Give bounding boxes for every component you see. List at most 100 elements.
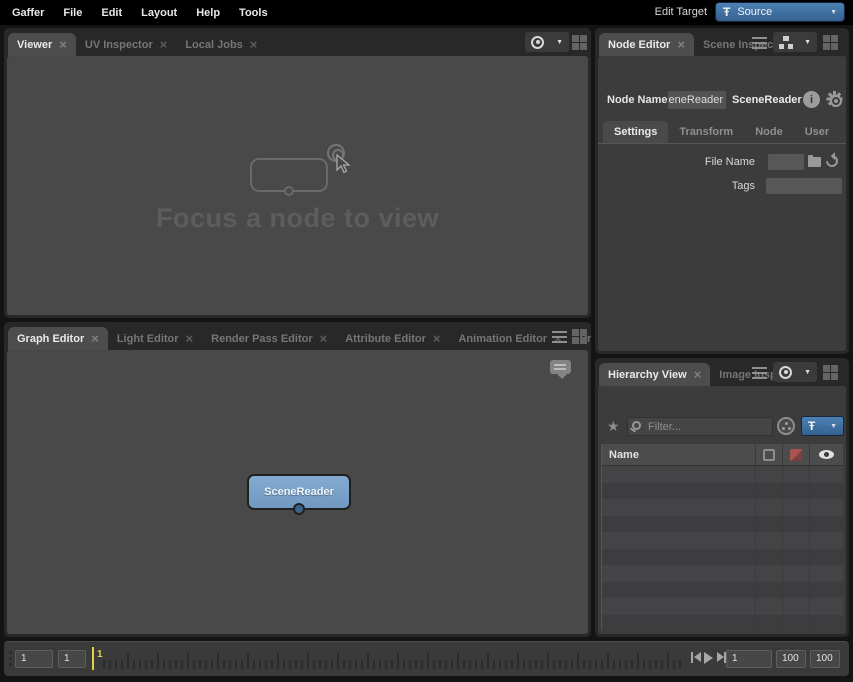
subtab-transform[interactable]: Transform (668, 121, 744, 143)
viewer-tab-viewer[interactable]: Viewer× (8, 33, 76, 56)
name-column-header[interactable]: Name (602, 444, 755, 465)
gear-icon[interactable] (826, 91, 842, 107)
ruler-tick (481, 660, 483, 669)
node-type-label: SceneReader (732, 94, 802, 106)
viewer-tab-uv-inspector[interactable]: UV Inspector × (76, 33, 176, 56)
node-editor-mode-dropdown-button[interactable]: ▼ (773, 32, 817, 52)
ruler-tick (205, 660, 207, 669)
file-name-input[interactable] (768, 154, 804, 170)
ruler-tick (283, 660, 285, 669)
frame-field[interactable]: 100 (776, 650, 806, 668)
ruler-tick (229, 660, 231, 669)
close-icon[interactable]: × (694, 368, 702, 381)
close-icon[interactable]: × (320, 332, 328, 345)
menu-items: Gaffer File Edit Layout Help Tools (0, 7, 268, 19)
layout-grid-icon[interactable] (572, 35, 587, 50)
ruler-tick (559, 660, 561, 669)
tab-label: UV Inspector (85, 39, 153, 51)
layout-grid-icon[interactable] (823, 365, 838, 380)
tags-row: Tags (598, 177, 846, 195)
row-exclusions-cell (782, 615, 809, 632)
frame-field[interactable]: 100 (810, 650, 840, 668)
row-exclusions-cell (782, 598, 809, 615)
close-icon[interactable]: × (91, 332, 99, 345)
layout-grid-icon[interactable] (572, 329, 587, 344)
frame-ruler[interactable] (103, 642, 689, 670)
ruler-tick (181, 660, 183, 669)
close-icon[interactable]: × (250, 38, 258, 51)
hierarchy-tab-hierarchy-view[interactable]: Hierarchy View × (599, 363, 710, 386)
annotation-bubble-icon[interactable] (550, 360, 571, 374)
filter-input[interactable] (648, 418, 768, 435)
folder-icon[interactable] (808, 157, 821, 167)
tags-input[interactable] (766, 178, 842, 194)
hierarchy-focus-dropdown-button[interactable]: ▼ (773, 362, 817, 382)
node-output-plug[interactable] (293, 503, 305, 515)
frame-field[interactable]: 1 (58, 650, 86, 668)
menu-help[interactable]: Help (196, 7, 220, 19)
node-editor-panel: Node Editor×Scene Inspecto ▼ Node Name S… (595, 28, 849, 354)
layout-grid-icon[interactable] (823, 35, 838, 50)
graph-editor-tab-attribute-editor[interactable]: Attribute Editor× (336, 327, 449, 350)
close-icon[interactable]: × (677, 38, 685, 51)
close-icon[interactable]: × (186, 332, 194, 345)
subtab-settings[interactable]: Settings (603, 121, 668, 143)
ruler-tick (127, 653, 129, 669)
panel-menu-icon[interactable] (552, 331, 567, 343)
table-row (602, 499, 843, 516)
star-icon[interactable]: ★ (607, 419, 620, 433)
hierarchy-table[interactable]: Name (601, 444, 843, 631)
visibility-column-header[interactable] (809, 444, 843, 465)
viewer-camera-dropdown-button[interactable]: ▼ (525, 32, 569, 52)
row-visibility-cell (809, 466, 843, 483)
ruler-tick (301, 660, 303, 669)
menu-tools[interactable]: Tools (239, 7, 268, 19)
set-membership-icon[interactable] (777, 417, 795, 435)
panel-menu-icon[interactable] (752, 367, 767, 379)
row-inclusions-cell (755, 483, 782, 500)
focus-icon (531, 36, 544, 49)
graph-editor-tab-light-editor[interactable]: Light Editor× (108, 327, 202, 350)
playhead[interactable] (92, 647, 94, 670)
info-icon[interactable]: i (803, 91, 820, 108)
drag-handle-icon[interactable] (9, 651, 13, 669)
skip-to-start-icon[interactable] (691, 652, 701, 663)
inclusions-column-header[interactable] (755, 444, 782, 465)
ruler-tick (577, 653, 579, 669)
frame-field[interactable]: 1 (15, 650, 53, 668)
ruler-tick (655, 660, 657, 669)
tab-label: Render Pass Editor (211, 333, 312, 345)
close-icon[interactable]: × (160, 38, 168, 51)
playback-controls (691, 652, 725, 664)
viewer-tab-local-jobs[interactable]: Local Jobs× (176, 33, 266, 56)
hierarchy-view-panel: Hierarchy View×Image Inspe ▼ ★ Ŧ ▼ (595, 358, 849, 637)
row-inclusions-cell (755, 532, 782, 549)
close-icon[interactable]: × (59, 38, 67, 51)
node-name-input[interactable]: SceneReader (668, 91, 726, 109)
exclusions-column-header[interactable] (782, 444, 809, 465)
ruler-tick (409, 660, 411, 669)
graph-editor-tab-render-pass-editor[interactable]: Render Pass Editor × (202, 327, 336, 350)
menu-file[interactable]: File (63, 7, 82, 19)
node-editor-tab-node-editor[interactable]: Node Editor× (599, 33, 694, 56)
refresh-icon[interactable] (824, 153, 841, 170)
ruler-tick (523, 660, 525, 669)
graph-editor-tab-graph-editor[interactable]: Graph Editor× (8, 327, 108, 350)
play-icon[interactable] (704, 652, 713, 664)
edit-scope-dropdown-button[interactable]: Ŧ ▼ (801, 416, 844, 436)
frame-field[interactable]: 1 (726, 650, 772, 668)
close-icon[interactable]: × (433, 332, 441, 345)
menu-gaffer[interactable]: Gaffer (12, 7, 44, 19)
panel-menu-icon[interactable] (752, 37, 767, 49)
row-inclusions-cell (755, 516, 782, 533)
row-inclusions-cell (755, 549, 782, 566)
chevron-down-icon: ▼ (804, 369, 811, 376)
edit-target-dropdown[interactable]: Ŧ Source ▼ (715, 2, 845, 22)
row-exclusions-cell (782, 483, 809, 500)
menu-edit[interactable]: Edit (101, 7, 122, 19)
subtab-user[interactable]: User (794, 121, 840, 143)
menu-layout[interactable]: Layout (141, 7, 177, 19)
tab-label: Hierarchy View (608, 369, 687, 381)
subtab-node[interactable]: Node (744, 121, 794, 143)
row-inclusions-cell (755, 565, 782, 582)
